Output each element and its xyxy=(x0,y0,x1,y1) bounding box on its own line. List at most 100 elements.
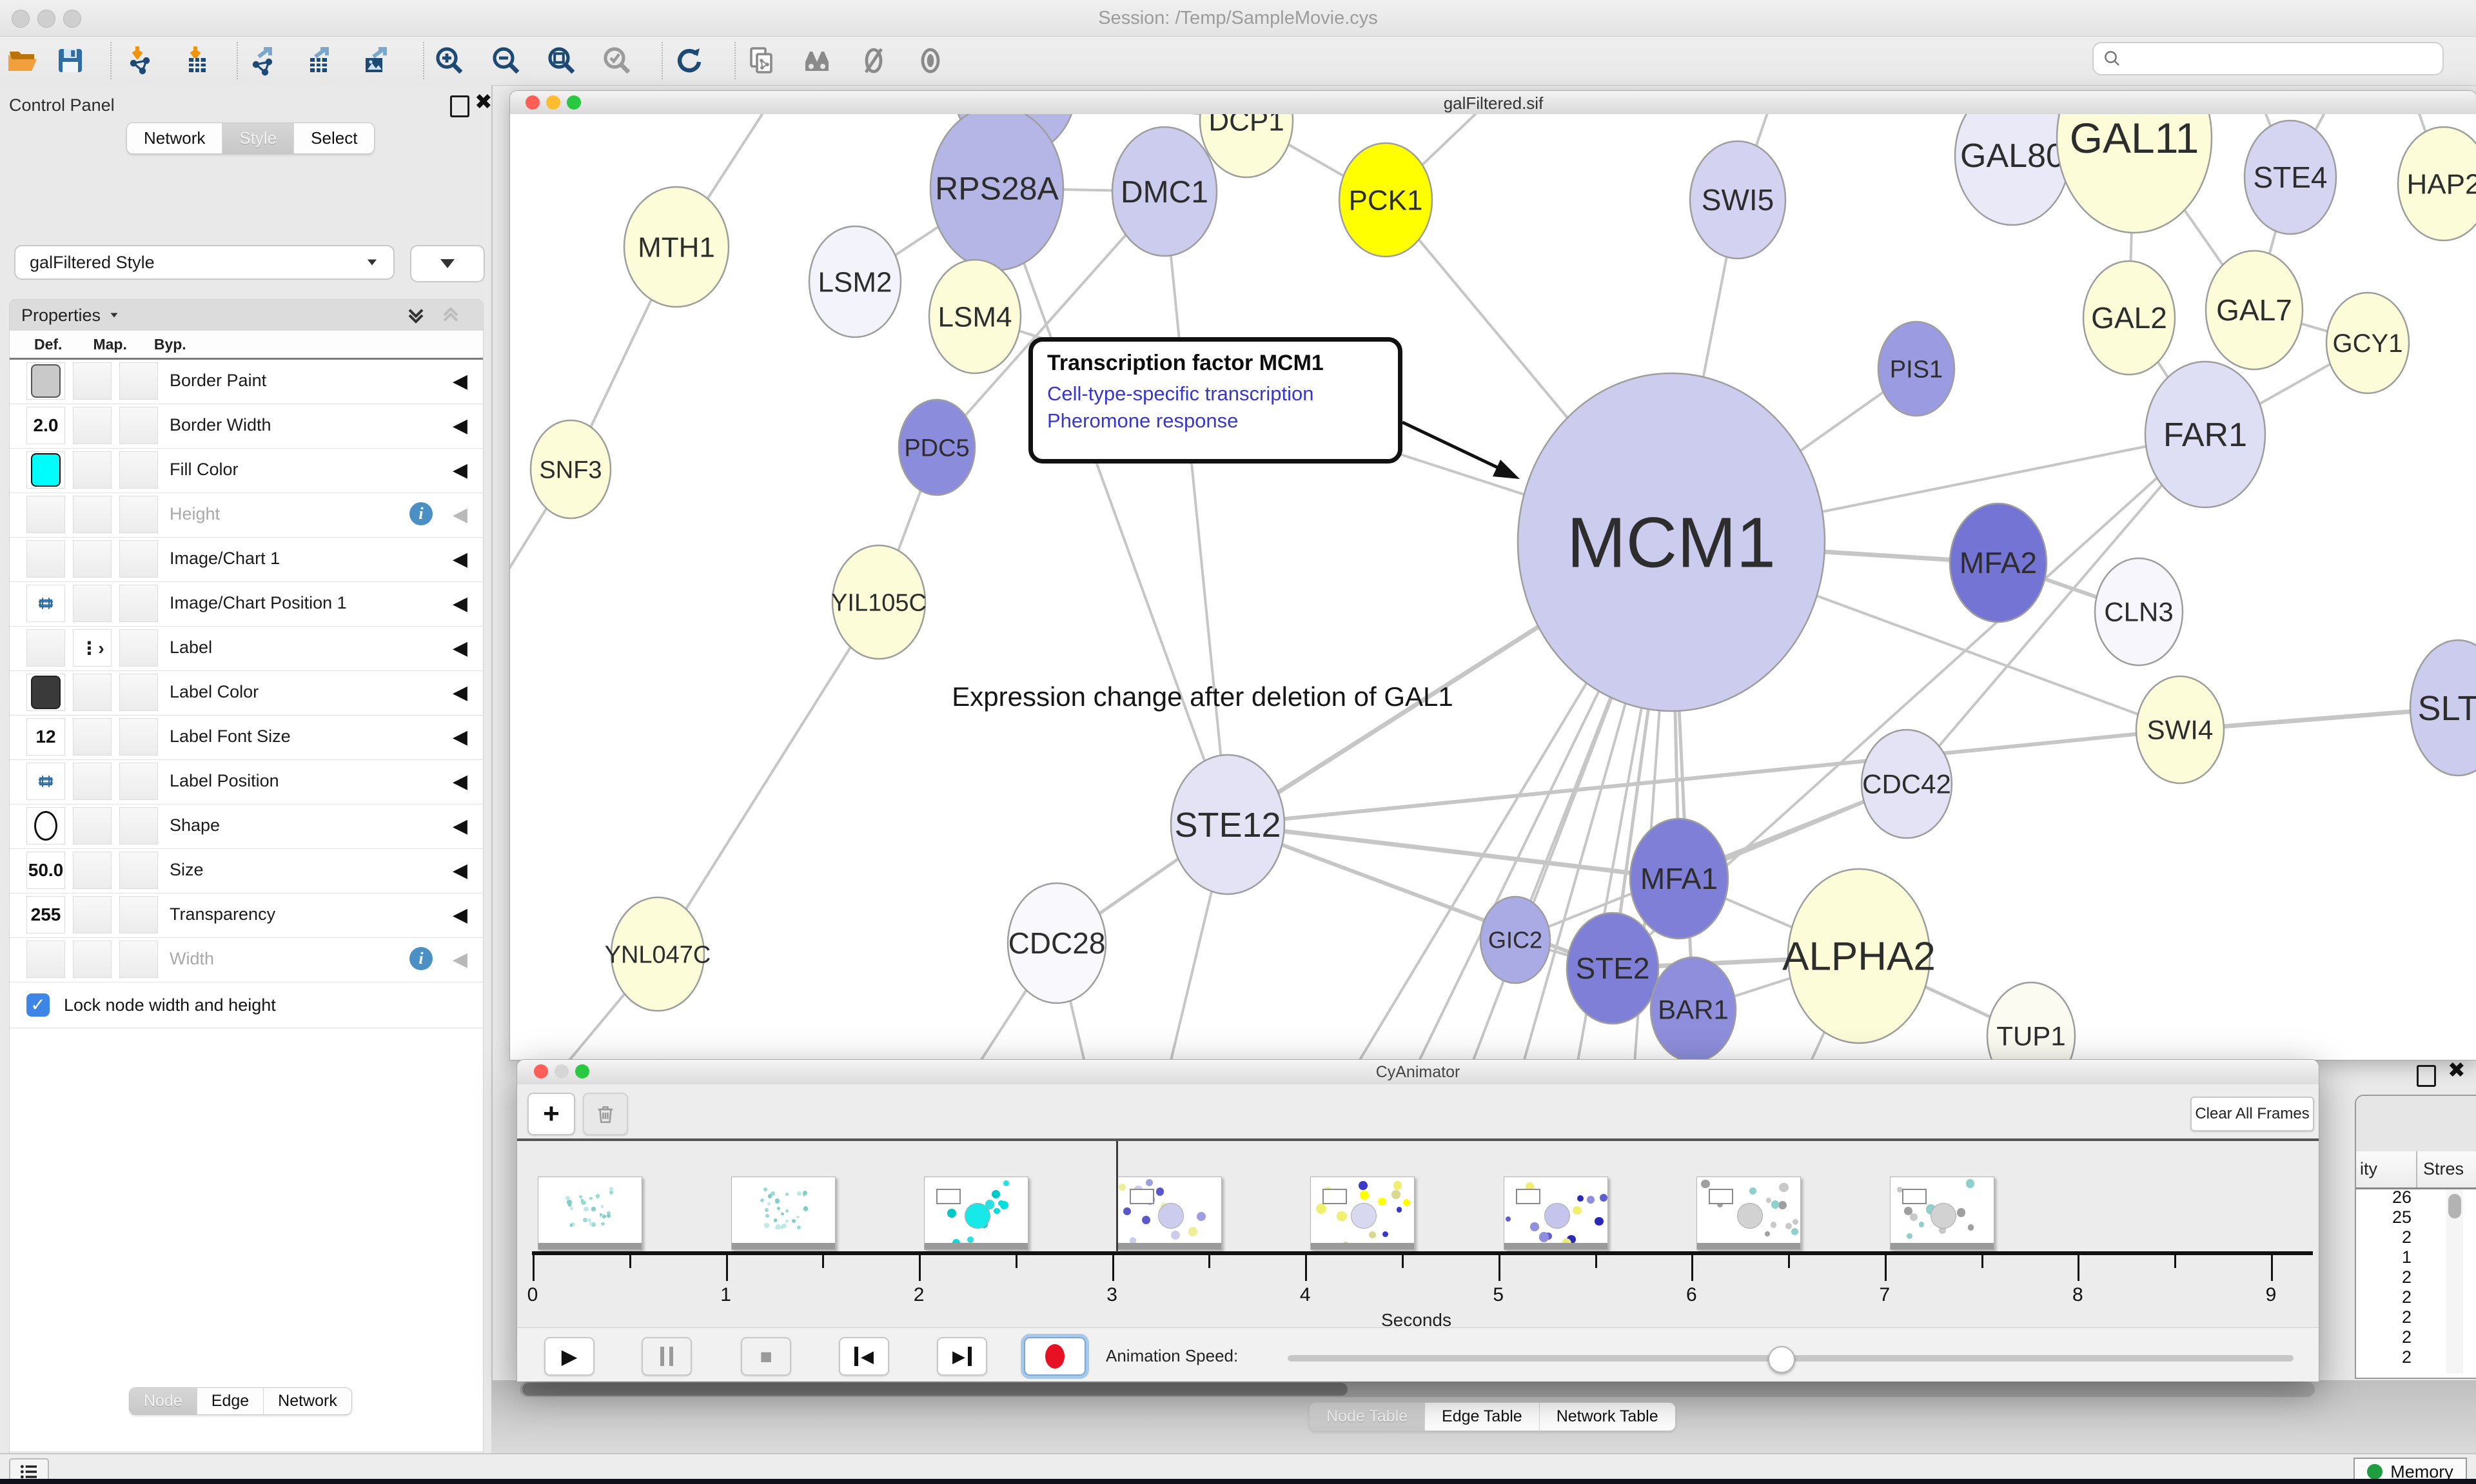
play-button[interactable]: ▶ xyxy=(544,1337,594,1376)
tab-select[interactable]: Select xyxy=(294,123,374,153)
network-canvas[interactable]: RPS28ADCP1DMC1PCK1MTH1LSM2LSM4SNF3PDC5YI… xyxy=(510,114,2476,1060)
column-divider[interactable] xyxy=(2416,1151,2417,1187)
annotation-link-1[interactable]: Cell-type-specific transcription xyxy=(1047,382,1384,405)
clone-network-icon[interactable] xyxy=(745,44,778,77)
save-session-icon[interactable] xyxy=(54,44,86,77)
lock-size-checkbox[interactable]: ✓ xyxy=(26,993,50,1017)
byp-cell[interactable] xyxy=(119,496,158,533)
tab-network[interactable]: Network xyxy=(127,123,222,153)
style-selector[interactable]: galFiltered Style xyxy=(14,245,395,280)
float-panel-icon[interactable] xyxy=(450,95,469,117)
global-search-input[interactable] xyxy=(2122,48,2421,70)
vertical-scrollbar-thumb[interactable] xyxy=(2448,1194,2461,1218)
frame-thumbnail-4[interactable] xyxy=(1310,1176,1415,1250)
map-cell[interactable] xyxy=(73,362,112,400)
property-row-border-width[interactable]: 2.0Border Width◀ xyxy=(10,404,483,449)
byp-cell[interactable] xyxy=(119,763,158,800)
show-panel-eye-icon[interactable] xyxy=(914,44,947,77)
expand-property-icon[interactable]: ◀ xyxy=(453,948,467,971)
timeline[interactable]: 0123456789Seconds xyxy=(517,1141,2319,1327)
export-table-icon[interactable] xyxy=(304,44,337,77)
frame-thumbnail-3[interactable] xyxy=(1117,1176,1222,1250)
import-table-icon[interactable] xyxy=(182,44,214,77)
expand-property-icon[interactable]: ◀ xyxy=(453,770,467,793)
byp-cell[interactable] xyxy=(119,362,158,400)
table-cell-value[interactable]: 1 xyxy=(2356,1247,2412,1267)
def-cell[interactable] xyxy=(26,941,65,978)
def-cell[interactable] xyxy=(26,451,65,489)
frame-thumbnail-0[interactable] xyxy=(538,1176,642,1250)
zoom-out-icon[interactable] xyxy=(490,44,522,77)
expand-property-icon[interactable]: ◀ xyxy=(453,459,467,482)
byp-cell[interactable] xyxy=(119,807,158,845)
skip-start-button[interactable]: ◀ xyxy=(839,1337,889,1376)
open-session-icon[interactable] xyxy=(6,44,39,77)
expand-property-icon[interactable]: ◀ xyxy=(453,592,467,615)
table-cell-value[interactable]: 2 xyxy=(2356,1307,2412,1327)
def-cell[interactable]: 50.0 xyxy=(26,852,65,889)
refresh-icon[interactable] xyxy=(673,44,705,77)
byp-cell[interactable] xyxy=(119,540,158,578)
map-cell[interactable] xyxy=(73,451,112,489)
property-row-transparency[interactable]: 255Transparency◀ xyxy=(10,893,483,938)
expand-all-icon[interactable] xyxy=(403,302,429,328)
def-cell[interactable] xyxy=(26,496,65,533)
export-network-icon[interactable] xyxy=(248,44,280,77)
tab-style[interactable]: Style xyxy=(222,123,294,153)
property-row-height[interactable]: Heighti◀ xyxy=(10,493,483,538)
def-cell[interactable]: 2.0 xyxy=(26,407,65,444)
table-cell-value[interactable]: 25 xyxy=(2356,1207,2412,1227)
map-cell[interactable]: ⋮› xyxy=(73,629,112,667)
map-cell[interactable] xyxy=(73,941,112,978)
byp-cell[interactable] xyxy=(119,674,158,711)
map-cell[interactable] xyxy=(73,674,112,711)
frame-thumbnail-7[interactable] xyxy=(1890,1176,1994,1250)
byp-cell[interactable] xyxy=(119,451,158,489)
clear-all-frames-button[interactable]: Clear All Frames xyxy=(2190,1097,2314,1131)
search-network-icon[interactable] xyxy=(801,44,833,77)
def-cell[interactable] xyxy=(26,674,65,711)
property-row-image-chart-position-1[interactable]: Image/Chart Position 1◀ xyxy=(10,582,483,627)
def-cell[interactable] xyxy=(26,540,65,578)
expand-property-icon[interactable]: ◀ xyxy=(453,637,467,659)
style-options-button[interactable] xyxy=(410,245,485,282)
def-cell[interactable]: 255 xyxy=(26,896,65,933)
table-cell-value[interactable]: 2 xyxy=(2356,1327,2412,1347)
byp-cell[interactable] xyxy=(119,407,158,444)
tab-edge[interactable]: Edge xyxy=(197,1388,264,1414)
info-icon[interactable]: i xyxy=(409,947,433,970)
close-table-panel-icon[interactable]: ✖ xyxy=(2448,1061,2466,1079)
def-cell[interactable] xyxy=(26,807,65,845)
def-cell[interactable] xyxy=(26,629,65,667)
frame-thumbnail-6[interactable] xyxy=(1696,1176,1801,1250)
horizontal-scrollbar-thumb[interactable] xyxy=(522,1383,1348,1396)
def-cell[interactable] xyxy=(26,362,65,400)
map-cell[interactable] xyxy=(73,852,112,889)
byp-cell[interactable] xyxy=(119,852,158,889)
tab-network-bottom[interactable]: Network xyxy=(264,1388,351,1414)
expand-property-icon[interactable]: ◀ xyxy=(453,904,467,926)
zoom-fit-icon[interactable] xyxy=(545,44,578,77)
byp-cell[interactable] xyxy=(119,629,158,667)
frame-thumbnail-5[interactable] xyxy=(1504,1176,1608,1250)
map-cell[interactable] xyxy=(73,540,112,578)
record-button[interactable] xyxy=(1024,1337,1086,1376)
property-row-shape[interactable]: Shape◀ xyxy=(10,805,483,849)
expand-property-icon[interactable]: ◀ xyxy=(453,415,467,437)
byp-cell[interactable] xyxy=(119,941,158,978)
frame-thumbnail-1[interactable] xyxy=(731,1176,836,1250)
tab-edge-table[interactable]: Edge Table xyxy=(1425,1403,1540,1430)
collapse-all-icon[interactable] xyxy=(438,302,464,328)
tab-network-table[interactable]: Network Table xyxy=(1540,1403,1675,1430)
property-row-label[interactable]: ⋮›Label◀ xyxy=(10,627,483,671)
network-window-titlebar[interactable]: galFiltered.sif xyxy=(510,91,2476,115)
add-frame-button[interactable]: + xyxy=(527,1093,575,1135)
property-row-fill-color[interactable]: Fill Color◀ xyxy=(10,449,483,493)
table-cell-value[interactable]: 2 xyxy=(2356,1267,2412,1287)
table-cell-value[interactable]: 2 xyxy=(2356,1347,2412,1367)
cyanimator-titlebar[interactable]: CyAnimator xyxy=(517,1060,2319,1085)
map-cell[interactable] xyxy=(73,407,112,444)
frame-thumbnail-2[interactable] xyxy=(924,1176,1028,1250)
zoom-in-icon[interactable] xyxy=(433,44,466,77)
property-row-border-paint[interactable]: Border Paint◀ xyxy=(10,360,483,404)
